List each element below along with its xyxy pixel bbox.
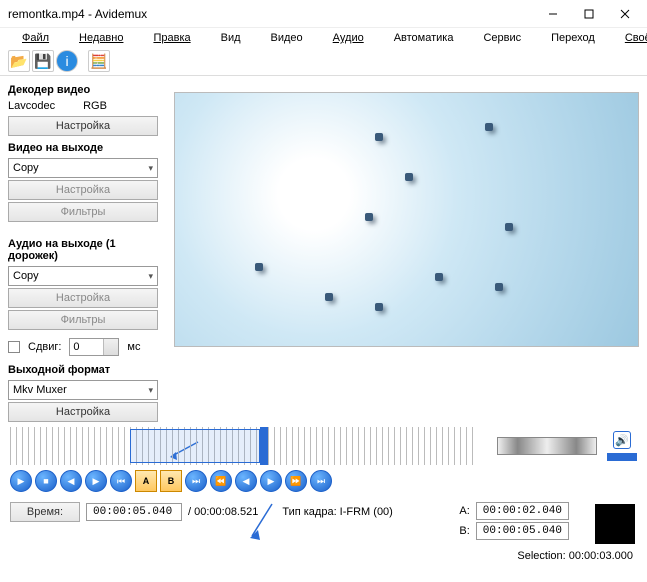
goto-b-button[interactable]: ⏭ — [310, 470, 332, 492]
close-button[interactable] — [607, 2, 643, 26]
selection-duration: Selection: 00:00:03.000 — [517, 550, 633, 562]
shift-label: Сдвиг: — [28, 341, 61, 353]
decoder-title: Декодер видео — [8, 84, 168, 96]
playback-controls: ▶ ■ ◀ ▶ ⏮ A B ⏭ ⏪ ◀ ▶ ⏩ ⏭ — [10, 470, 332, 492]
goto-a-button[interactable]: ⏩ — [285, 470, 307, 492]
menu-edit[interactable]: Правка — [139, 31, 204, 45]
decoder-codec: Lavcodec — [8, 100, 55, 112]
video-settings-button[interactable]: Настройка — [8, 180, 158, 200]
frame-thumbnail — [595, 504, 635, 544]
set-a-marker-button[interactable]: A — [135, 470, 157, 492]
menu-goto[interactable]: Переход — [537, 31, 609, 45]
out-format-settings-button[interactable]: Настройка — [8, 402, 158, 422]
video-out-combo[interactable]: Copy — [8, 158, 158, 178]
next-black-button[interactable]: ▶ — [260, 470, 282, 492]
play-button[interactable]: ▶ — [10, 470, 32, 492]
video-out-title: Видео на выходе — [8, 142, 168, 154]
menu-file[interactable]: Файл — [8, 31, 63, 45]
shift-checkbox[interactable] — [8, 341, 20, 353]
set-b-marker-button[interactable]: B — [160, 470, 182, 492]
menu-audio[interactable]: Аудио — [319, 31, 378, 45]
prev-frame-button[interactable]: ◀ — [60, 470, 82, 492]
video-filters-button[interactable]: Фильтры — [8, 202, 158, 222]
time-label-button[interactable]: Время: — [10, 502, 80, 522]
audio-settings-button[interactable]: Настройка — [8, 288, 158, 308]
window-title: remontka.mp4 - Avidemux — [8, 7, 535, 21]
goto-start-button[interactable]: ⏪ — [210, 470, 232, 492]
menu-video[interactable]: Видео — [257, 31, 317, 45]
next-keyframe-button[interactable]: ⏭ — [185, 470, 207, 492]
video-preview — [174, 92, 639, 347]
decoder-settings-button[interactable]: Настройка — [8, 116, 158, 136]
b-time: 00:00:05.040 — [476, 522, 569, 540]
frame-type: Тип кадра: I-FRM (00) — [282, 506, 393, 518]
total-time: / 00:00:08.521 — [188, 506, 258, 518]
out-format-title: Выходной формат — [8, 364, 168, 376]
audio-filters-button[interactable]: Фильтры — [8, 310, 158, 330]
timeline-scrubber[interactable] — [10, 427, 477, 465]
a-time: 00:00:02.040 — [476, 502, 569, 520]
save-icon[interactable]: 💾 — [32, 50, 54, 72]
menu-view[interactable]: Вид — [207, 31, 255, 45]
stop-button[interactable]: ■ — [35, 470, 57, 492]
minimize-button[interactable] — [535, 2, 571, 26]
info-icon[interactable]: i — [56, 50, 78, 72]
menu-own[interactable]: Своё — [611, 31, 647, 45]
shift-value[interactable]: 0 — [69, 338, 119, 356]
jog-wheel[interactable] — [497, 437, 597, 455]
out-format-combo[interactable]: Mkv Muxer — [8, 380, 158, 400]
playhead[interactable] — [260, 427, 268, 465]
menu-recent[interactable]: Недавно — [65, 31, 137, 45]
next-frame-button[interactable]: ▶ — [85, 470, 107, 492]
volume-level[interactable] — [607, 453, 637, 461]
menu-bar: Файл Недавно Правка Вид Видео Аудио Авто… — [0, 28, 647, 48]
shift-unit: мс — [127, 341, 140, 353]
prev-keyframe-button[interactable]: ⏮ — [110, 470, 132, 492]
open-icon[interactable]: 📂 — [8, 50, 30, 72]
current-time-input[interactable]: 00:00:05.040 — [86, 503, 182, 521]
audio-out-combo[interactable]: Copy — [8, 266, 158, 286]
a-label: A: — [459, 505, 469, 517]
speaker-icon[interactable]: 🔊 — [613, 431, 631, 449]
maximize-button[interactable] — [571, 2, 607, 26]
calculator-icon[interactable]: 🧮 — [88, 50, 110, 72]
prev-black-button[interactable]: ◀ — [235, 470, 257, 492]
b-label: B: — [459, 525, 469, 537]
menu-auto[interactable]: Автоматика — [380, 31, 468, 45]
selection-range — [130, 429, 260, 463]
menu-service[interactable]: Сервис — [469, 31, 535, 45]
decoder-rgb: RGB — [83, 100, 107, 112]
audio-out-title: Аудио на выходе (1 дорожек) — [8, 238, 168, 262]
